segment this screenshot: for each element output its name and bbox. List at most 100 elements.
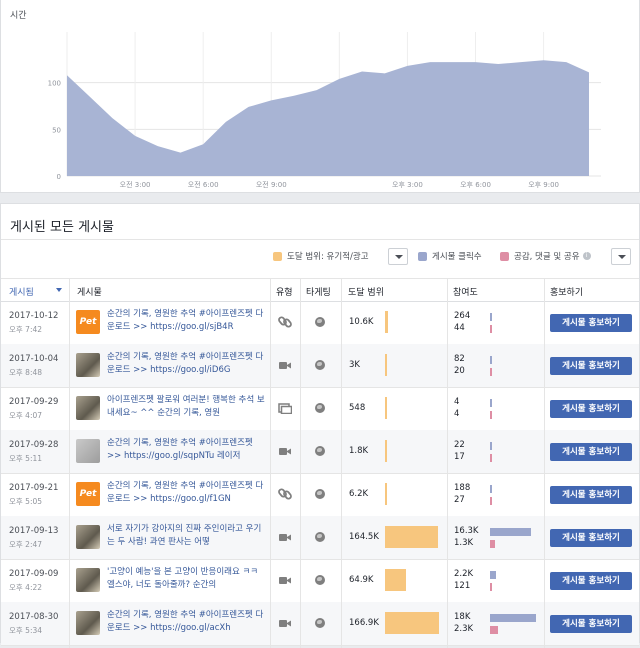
clicks-bar [490, 313, 492, 321]
link-icon [278, 488, 292, 500]
post-text-link[interactable]: 아이프렌즈펫 팔로워 여러분! 행복한 추석 보내세요~ ^^ 순간의 기록, … [107, 394, 265, 421]
col-promote: 홍보하기 [550, 288, 584, 298]
area-series [67, 60, 589, 177]
pet-logo-thumbnail[interactable]: Pet [76, 482, 100, 506]
reactions-swatch [500, 251, 509, 261]
y-tick-label: 0 [57, 173, 61, 181]
globe-icon [315, 575, 325, 585]
hourly-area-chart: 0 50 100 오전 3:00 오전 6:00 오전 9:00 오후 3:00 오후 6:0… [48, 32, 601, 189]
post-date: 2017-08-30 [9, 612, 59, 622]
clicks-bar [490, 614, 536, 622]
reach-value: 6.2K [349, 489, 369, 499]
post-date: 2017-10-12 [9, 311, 59, 321]
post-text-link[interactable]: 순간의 기록, 영원한 추억 #아이프렌즈펫 다운로드 >> https://g… [107, 308, 265, 335]
post-date: 2017-10-04 [9, 354, 59, 364]
post-text-link[interactable]: 순간의 기록, 영원한 추억 #아이프렌즈펫 다운로드 >> https://g… [107, 351, 265, 378]
video-icon [279, 362, 291, 369]
col-reach: 도달 범위 [348, 288, 384, 298]
y-tick-label: 50 [52, 126, 61, 134]
post-text-link[interactable]: 순간의 기록, 영원한 추억 #아이프렌즈펫 다운로드 >> https://g… [107, 480, 265, 507]
boost-post-button[interactable]: 게시물 홍보하기 [550, 572, 632, 590]
clicks-bar [490, 528, 531, 536]
clicks-bar [490, 399, 492, 407]
reach-value: 166.9K [349, 618, 379, 628]
boost-post-button[interactable]: 게시물 홍보하기 [550, 615, 632, 633]
boost-post-button[interactable]: 게시물 홍보하기 [550, 529, 632, 547]
globe-icon [315, 489, 325, 499]
post-thumbnail[interactable] [76, 611, 100, 635]
post-text-link[interactable]: 서로 자기가 강아지의 진짜 주인이라고 우기는 두 사람! 과연 판사는 어떻 [107, 523, 265, 550]
reactions-value: 2.3K [454, 624, 474, 634]
boost-post-button[interactable]: 게시물 홍보하기 [550, 443, 632, 461]
reach-value: 10.6K [349, 317, 374, 327]
clicks-value: 16.3K [454, 526, 479, 536]
col-published[interactable]: 게시됨 [9, 285, 34, 298]
reach-value: 548 [349, 403, 366, 413]
column-divider [69, 278, 70, 648]
info-icon[interactable]: i [582, 252, 591, 260]
clicks-value: 4 [454, 397, 460, 407]
reactions-bar [490, 626, 498, 634]
video-icon [279, 534, 291, 541]
boost-post-button[interactable]: 게시물 홍보하기 [550, 400, 632, 418]
video-icon [279, 620, 291, 627]
post-thumbnail[interactable] [76, 568, 100, 592]
globe-icon [315, 446, 325, 456]
post-text-link[interactable]: 순간의 기록, 영원한 추억 #아이프렌즈펫 다운로드 >> https://g… [107, 609, 265, 636]
legend-clicks: 게시물 클릭수 [418, 250, 482, 262]
link-icon [278, 316, 292, 328]
globe-icon [315, 317, 325, 327]
reach-bar [385, 612, 439, 634]
posts-section-title: 게시된 모든 게시물 [10, 220, 114, 235]
legend-reach-label: 도달 범위: 유기적/광고 [287, 252, 369, 262]
album-icon [278, 403, 292, 414]
x-tick-label: 오전 9:00 [256, 180, 287, 189]
x-tick-label: 오후 6:00 [460, 181, 491, 189]
clicks-value: 188 [454, 483, 471, 493]
post-thumbnail[interactable] [76, 396, 100, 420]
clicks-value: 82 [454, 354, 465, 364]
column-divider [544, 278, 545, 648]
post-thumbnail[interactable] [76, 525, 100, 549]
pet-logo-thumbnail[interactable]: Pet [76, 310, 100, 334]
column-divider [447, 278, 448, 648]
globe-icon [315, 360, 325, 370]
post-date: 2017-09-09 [9, 569, 59, 579]
engagement-dropdown-button[interactable] [611, 248, 631, 265]
reach-bar [385, 354, 387, 376]
column-divider [270, 278, 271, 648]
post-time: 오후 5:11 [9, 454, 43, 463]
reach-value: 1.8K [349, 446, 369, 456]
reach-value: 3K [349, 360, 360, 370]
post-thumbnail[interactable] [76, 439, 100, 463]
post-text-link[interactable]: 순간의 기록, 영원한 추억 #아이프렌즈펫 >> https://goo.gl… [107, 437, 265, 464]
reach-dropdown-button[interactable] [388, 248, 408, 265]
reactions-bar [490, 497, 492, 505]
reach-bar [385, 483, 387, 505]
legend-reach: 도달 범위: 유기적/광고 [273, 250, 369, 262]
y-tick-label: 100 [48, 80, 61, 88]
reactions-value: 17 [454, 452, 465, 462]
boost-post-button[interactable]: 게시물 홍보하기 [550, 486, 632, 504]
post-thumbnail[interactable] [76, 353, 100, 377]
clicks-value: 2.2K [454, 569, 474, 579]
legend-clicks-label: 게시물 클릭수 [432, 252, 482, 262]
sort-arrow-icon[interactable] [56, 288, 62, 292]
reactions-value: 44 [454, 323, 465, 333]
post-date: 2017-09-13 [9, 526, 59, 536]
post-date: 2017-09-29 [9, 397, 59, 407]
reach-value: 164.5K [349, 532, 379, 542]
reach-bar [385, 569, 406, 591]
boost-post-button[interactable]: 게시물 홍보하기 [550, 314, 632, 332]
video-icon [279, 577, 291, 584]
reactions-value: 27 [454, 495, 465, 505]
clicks-value: 264 [454, 311, 471, 321]
post-text-link[interactable]: '고양이 예능'을 본 고양이 반응이래요 ㅋㅋ 엘스야, 너도 돌아줄까? 순… [107, 566, 265, 593]
x-tick-label: 오후 9:00 [528, 181, 559, 189]
col-post: 게시물 [77, 288, 102, 298]
reach-bar [385, 311, 388, 333]
col-targeting: 타게팅 [306, 288, 331, 298]
boost-post-button[interactable]: 게시물 홍보하기 [550, 357, 632, 375]
post-time: 오후 7:42 [9, 325, 43, 334]
reach-bar [385, 397, 387, 419]
